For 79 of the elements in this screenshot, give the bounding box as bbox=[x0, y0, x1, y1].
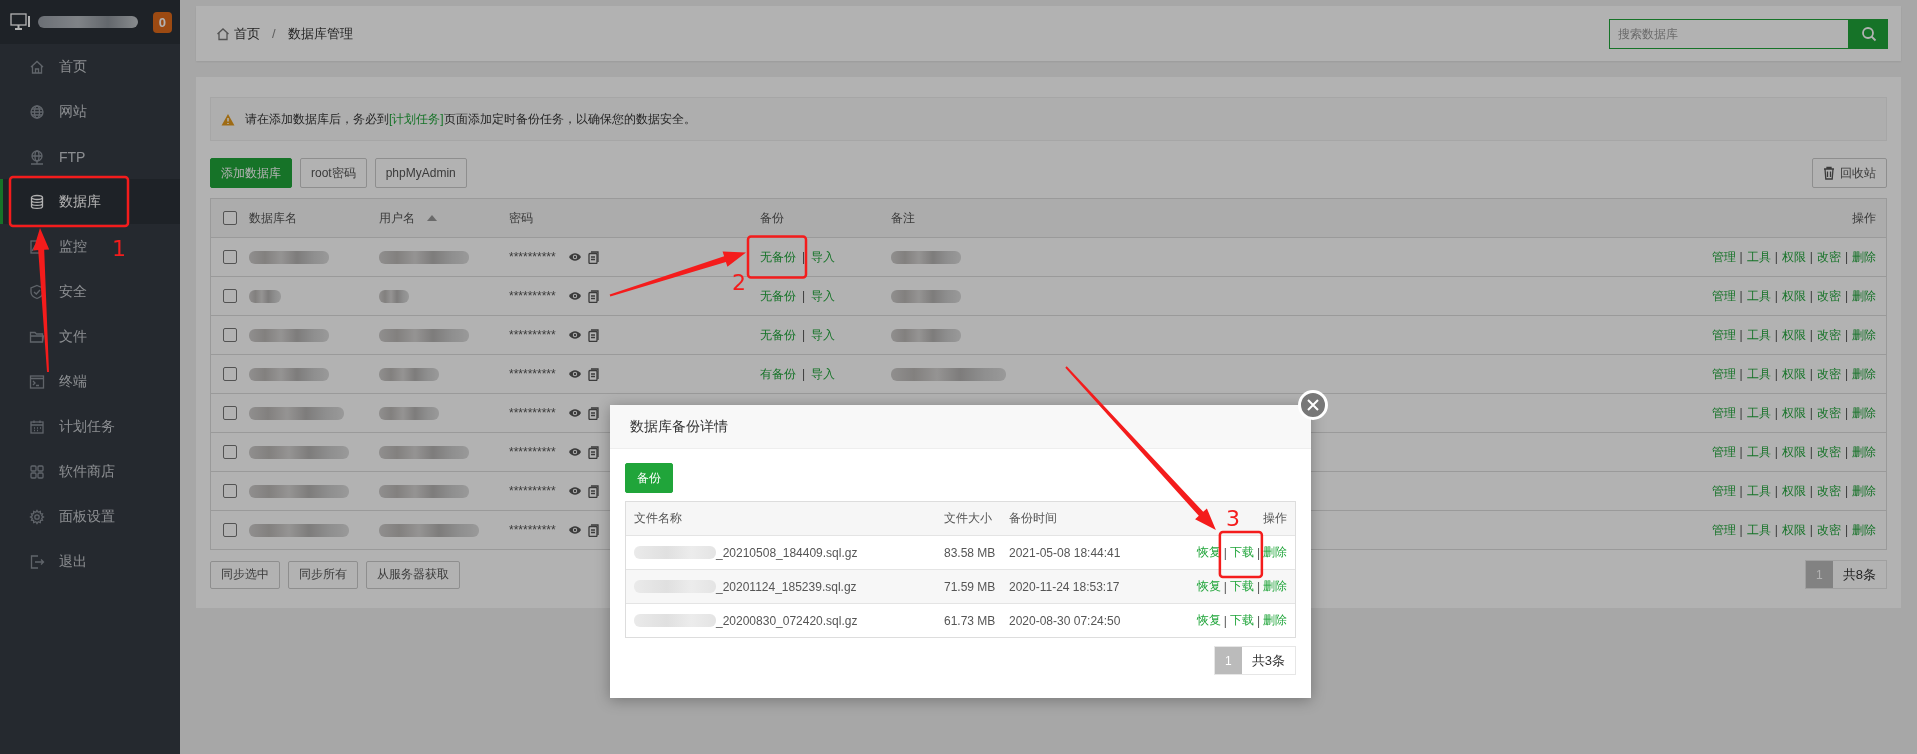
step-number: 2 bbox=[732, 269, 746, 295]
backup-time: 2020-08-30 07:24:50 bbox=[1009, 613, 1121, 628]
link-separator: | bbox=[1809, 406, 1813, 420]
column-header: 操作 bbox=[1263, 510, 1287, 527]
link-separator: | bbox=[1774, 523, 1778, 537]
backup-time: 2021-05-08 18:44:41 bbox=[1009, 545, 1121, 560]
password-mask: ********** bbox=[509, 250, 556, 264]
column-header: 密码 bbox=[509, 209, 533, 227]
link-separator: | bbox=[802, 367, 806, 381]
file-name: _20210508_184409.sql.gz bbox=[716, 545, 858, 560]
link-separator: | bbox=[1774, 484, 1778, 498]
link-separator: | bbox=[1223, 613, 1227, 628]
total-count: 共3条 bbox=[1250, 651, 1286, 670]
link-separator: | bbox=[1739, 367, 1743, 381]
link-separator: | bbox=[1809, 250, 1813, 264]
breadcrumb-separator: / bbox=[272, 26, 276, 41]
dialog-title: 数据库备份详情 bbox=[630, 417, 728, 436]
link-separator: | bbox=[1739, 250, 1743, 264]
link-separator: | bbox=[1844, 406, 1848, 420]
link-separator: | bbox=[802, 328, 806, 342]
link-separator: | bbox=[1844, 484, 1848, 498]
link-separator: | bbox=[1739, 328, 1743, 342]
link-separator: | bbox=[1739, 523, 1743, 537]
link-separator: | bbox=[1774, 367, 1778, 381]
link-separator: | bbox=[1809, 289, 1813, 303]
link-separator: | bbox=[1774, 250, 1778, 264]
column-header: 备份时间 bbox=[1009, 510, 1057, 527]
file-name: _20200830_072420.sql.gz bbox=[716, 613, 858, 628]
link-separator: | bbox=[1739, 445, 1743, 459]
link-separator: | bbox=[1739, 406, 1743, 420]
password-mask: ********** bbox=[509, 445, 556, 459]
link-separator: | bbox=[1809, 484, 1813, 498]
column-header: 文件名称 bbox=[634, 510, 682, 527]
link-separator: | bbox=[1256, 613, 1260, 628]
link-separator: | bbox=[1809, 367, 1813, 381]
column-header: 备份 bbox=[760, 209, 784, 227]
password-mask: ********** bbox=[509, 484, 556, 498]
link-separator: | bbox=[1774, 289, 1778, 303]
link-separator: | bbox=[1844, 367, 1848, 381]
password-mask: ********** bbox=[509, 406, 556, 420]
notification-badge: 0 bbox=[152, 11, 172, 33]
password-mask: ********** bbox=[509, 328, 556, 342]
link-separator: | bbox=[1844, 523, 1848, 537]
link-separator: | bbox=[1739, 289, 1743, 303]
link-separator: | bbox=[1223, 545, 1227, 560]
link-separator: | bbox=[1739, 484, 1743, 498]
column-header: 操作 bbox=[1852, 209, 1876, 227]
step-number: 1 bbox=[112, 236, 126, 261]
column-header: 备注 bbox=[891, 209, 915, 227]
file-size: 71.59 MB bbox=[944, 579, 996, 594]
file-size: 61.73 MB bbox=[944, 613, 996, 628]
link-separator: | bbox=[1844, 328, 1848, 342]
backup-time: 2020-11-24 18:53:17 bbox=[1009, 579, 1120, 594]
link-separator: | bbox=[1844, 250, 1848, 264]
link-separator: | bbox=[1256, 545, 1260, 560]
link-separator: | bbox=[1774, 445, 1778, 459]
file-size: 83.58 MB bbox=[944, 545, 996, 560]
password-mask: ********** bbox=[509, 289, 556, 303]
alert-message: 请在添加数据库后，务必到 bbox=[245, 111, 389, 126]
step-number: 3 bbox=[1225, 506, 1240, 531]
total-count: 共8条 bbox=[1841, 565, 1877, 584]
link-separator: | bbox=[1774, 328, 1778, 342]
link-separator: | bbox=[1774, 406, 1778, 420]
link-separator: | bbox=[1256, 579, 1260, 594]
link-separator: | bbox=[802, 289, 806, 303]
link-separator: | bbox=[1809, 523, 1813, 537]
link-separator: | bbox=[1809, 445, 1813, 459]
link-separator: | bbox=[1844, 289, 1848, 303]
breadcrumb-current: 数据库管理 bbox=[287, 24, 353, 43]
alert-message: 页面添加定时备份任务，以确保您的数据安全。 bbox=[443, 111, 696, 126]
link-separator: | bbox=[1223, 579, 1227, 594]
link-separator: | bbox=[802, 250, 806, 264]
link-separator: | bbox=[1809, 328, 1813, 342]
column-header: 数据库名 bbox=[249, 209, 297, 227]
file-name: _20201124_185239.sql.gz bbox=[716, 579, 857, 594]
password-mask: ********** bbox=[509, 523, 556, 537]
link-separator: | bbox=[1844, 445, 1848, 459]
column-header: 文件大小 bbox=[944, 510, 992, 527]
password-mask: ********** bbox=[509, 367, 556, 381]
